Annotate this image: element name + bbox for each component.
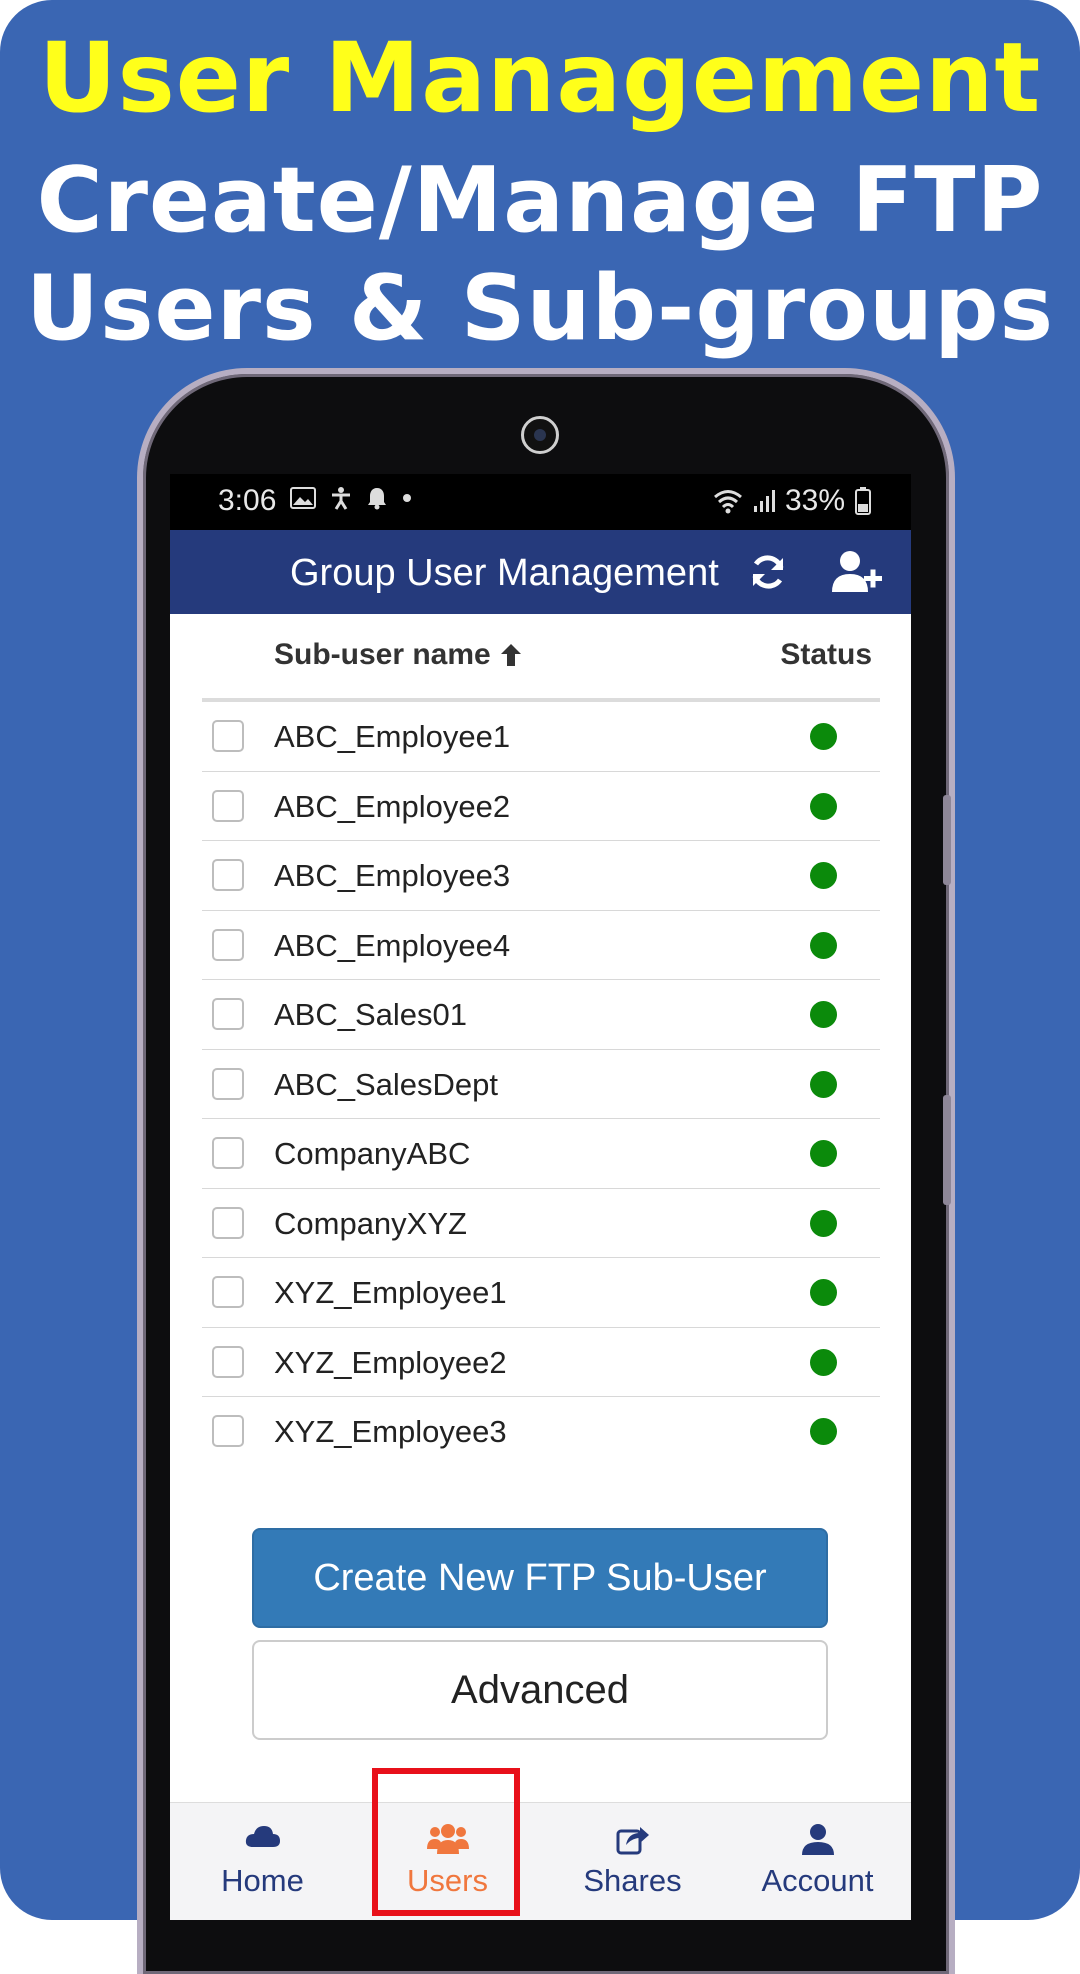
sort-by-name-button[interactable]: Sub-user name: [274, 638, 523, 672]
dot-icon: [403, 494, 411, 502]
table-row[interactable]: XYZ_Employee3: [202, 1397, 880, 1467]
bell-icon: [368, 488, 386, 510]
user-list: ABC_Employee1 ABC_Employee2 ABC_Employee…: [202, 702, 880, 1467]
nav-item-home[interactable]: Home: [170, 1803, 355, 1920]
row-checkbox[interactable]: [212, 1067, 244, 1100]
table-header: Sub-user name Status: [202, 614, 880, 702]
arrow-up-icon: [500, 644, 521, 666]
row-checkbox[interactable]: [212, 1345, 244, 1378]
battery-icon: [855, 487, 871, 515]
row-checkbox[interactable]: [212, 859, 244, 891]
status-bar: 3:06 33%: [170, 474, 911, 530]
share-icon: [616, 1827, 649, 1855]
user-name: ABC_Employee2: [274, 788, 511, 824]
cloud-icon: [245, 1826, 280, 1847]
row-checkbox[interactable]: [212, 789, 244, 822]
row-checkbox[interactable]: [212, 998, 244, 1030]
create-sub-user-button[interactable]: Create New FTP Sub-User: [252, 1528, 828, 1628]
status-dot: [810, 931, 837, 959]
status-dot: [810, 1348, 837, 1376]
app-bar-title: Group User Management: [290, 552, 719, 594]
status-dot: [810, 862, 837, 889]
status-right: 33%: [713, 484, 871, 518]
status-dot: [810, 1279, 837, 1306]
accessibility-icon: [332, 487, 350, 510]
user-name: ABC_Sales01: [274, 997, 468, 1032]
wifi-icon: [713, 490, 742, 514]
row-checkbox[interactable]: [212, 1206, 244, 1239]
phone-volume-button: [943, 795, 951, 885]
user-name: ABC_SalesDept: [274, 1066, 499, 1102]
user-name: ABC_Employee1: [274, 719, 511, 754]
table-row[interactable]: ABC_SalesDept: [202, 1050, 880, 1119]
row-checkbox[interactable]: [212, 720, 244, 752]
user-name: ABC_Employee4: [274, 927, 511, 963]
table-row[interactable]: ABC_Employee1: [202, 702, 880, 772]
table-row[interactable]: ABC_Sales01: [202, 980, 880, 1050]
status-dot: [810, 1209, 837, 1237]
bottom-navigation: Home Users Shares Account: [170, 1802, 911, 1920]
table-row[interactable]: ABC_Employee2: [202, 772, 880, 841]
table-row[interactable]: ABC_Employee4: [202, 911, 880, 980]
table-row[interactable]: XYZ_Employee1: [202, 1258, 880, 1328]
table-row[interactable]: XYZ_Employee2: [202, 1328, 880, 1397]
user-plus-icon: [832, 551, 882, 592]
status-dot: [810, 1418, 837, 1445]
column-header-name: Sub-user name: [274, 638, 491, 671]
promo-subtitle-line2: Users & Sub-groups: [25, 256, 1055, 361]
table-row[interactable]: ABC_Employee3: [202, 841, 880, 911]
status-time: 3:06: [218, 484, 277, 517]
front-camera: [521, 416, 559, 454]
row-checkbox[interactable]: [212, 928, 244, 961]
status-dot: [810, 1140, 837, 1167]
status-dot: [810, 723, 837, 750]
refresh-icon: [752, 555, 784, 589]
table-row[interactable]: CompanyABC: [202, 1119, 880, 1189]
user-name: XYZ_Employee1: [274, 1275, 507, 1310]
status-left-icons: [290, 486, 412, 510]
user-name: CompanyABC: [274, 1136, 471, 1171]
nav-label-shares: Shares: [583, 1863, 682, 1898]
battery-percent: 33%: [784, 484, 845, 517]
user-name: XYZ_Employee2: [274, 1344, 507, 1380]
phone-screen: 3:06 33% Group User Management Sub-user …: [170, 474, 911, 1920]
table-row[interactable]: CompanyXYZ: [202, 1189, 880, 1258]
users-tab-highlight: [372, 1768, 520, 1916]
nav-label-account: Account: [761, 1863, 874, 1898]
image-icon: [290, 487, 316, 509]
advanced-button[interactable]: Advanced: [252, 1640, 828, 1740]
promo-title: User Management: [38, 22, 1042, 134]
nav-item-account[interactable]: Account: [725, 1803, 910, 1920]
add-user-button[interactable]: [832, 550, 884, 594]
promo-subtitle-line1: Create/Manage FTP: [36, 148, 1044, 253]
phone-power-button: [943, 1095, 951, 1205]
person-icon: [801, 1824, 834, 1855]
nav-item-shares[interactable]: Shares: [540, 1803, 725, 1920]
status-dot: [810, 1001, 837, 1028]
nav-label-home: Home: [221, 1863, 304, 1898]
row-checkbox[interactable]: [212, 1137, 244, 1169]
column-header-status: Status: [780, 638, 872, 671]
user-name: ABC_Employee3: [274, 858, 511, 893]
row-checkbox[interactable]: [212, 1276, 244, 1308]
refresh-button[interactable]: [748, 552, 788, 592]
signal-icon: [753, 490, 775, 512]
app-bar: Group User Management: [170, 530, 911, 614]
user-name: XYZ_Employee3: [274, 1414, 507, 1449]
row-checkbox[interactable]: [212, 1415, 244, 1447]
status-dot: [810, 1070, 837, 1098]
status-dot: [810, 792, 837, 820]
user-name: CompanyXYZ: [274, 1205, 467, 1241]
